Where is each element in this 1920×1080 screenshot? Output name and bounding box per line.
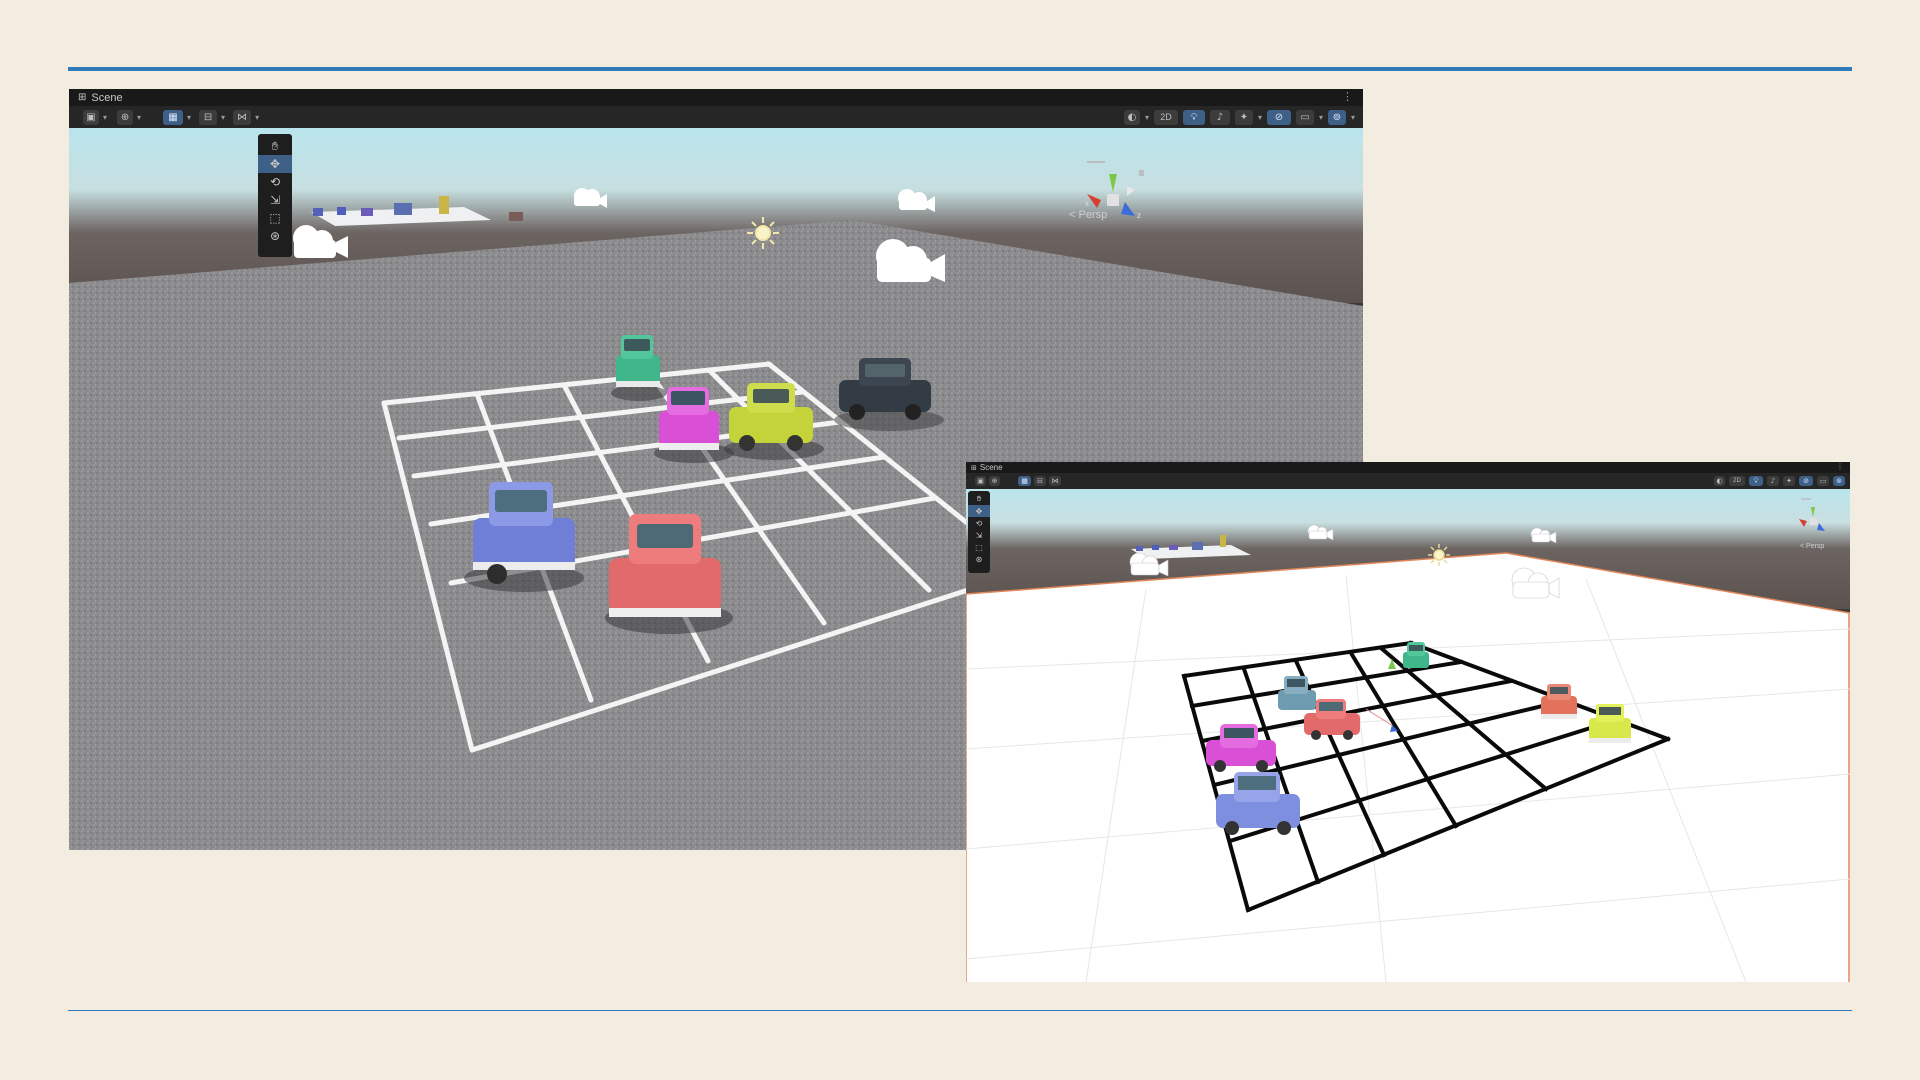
scene-tab-label: Scene	[91, 91, 123, 104]
camera-dropdown-icon[interactable]: ▾	[1319, 113, 1323, 122]
scene-tab-icon: ⊞	[78, 92, 87, 103]
camera-icon[interactable]: ▭	[1295, 109, 1314, 125]
scene-toolbar-overlay: ▣ ⊕ ▦ ⊟ ⋈ ◐ 2D 💡︎ ♪ ✦ ⊘ ▭ ⊚	[966, 473, 1850, 489]
incremental-snap-icon-overlay[interactable]: ⋈	[1049, 476, 1061, 486]
bottom-accent-rule	[68, 1010, 1852, 1011]
rotate-tool-icon[interactable]: ⟲	[258, 173, 292, 191]
svg-text:x: x	[1085, 199, 1089, 208]
svg-text:z: z	[1137, 211, 1141, 220]
shading-mode-dropdown-icon[interactable]: ▾	[1145, 113, 1149, 122]
snap-increment-icon[interactable]: ⊟	[199, 109, 218, 125]
grid-snapping-icon[interactable]: ▦	[163, 109, 184, 125]
scene-tab-label-overlay: Scene	[979, 463, 1003, 472]
lighting-icon[interactable]: 💡︎	[1182, 109, 1205, 125]
effects-icon-overlay[interactable]: ✦	[1783, 476, 1795, 486]
camera-icon-overlay[interactable]: ▭	[1817, 476, 1829, 486]
tool-palette-overlay: ✋︎ ✥ ⟲ ⇲ ⬚ ⊛	[968, 491, 990, 573]
incremental-snap-dropdown-icon[interactable]: ▾	[255, 113, 259, 122]
shading-mode-icon[interactable]: ◐	[1123, 109, 1140, 125]
transform-tool-icon-overlay[interactable]: ⊛	[968, 553, 990, 565]
scene-viewport-overlay[interactable]: < Persp ✋︎ ✥ ⟲ ⇲ ⬚ ⊛	[966, 489, 1850, 982]
effects-dropdown-icon[interactable]: ▾	[1258, 113, 1262, 122]
global-local-icon[interactable]: ⊕	[117, 109, 134, 125]
more-options-icon[interactable]: ⋮	[1342, 90, 1353, 103]
scene-tab-overlay[interactable]: ⊞ Scene ⋮	[966, 462, 1850, 473]
incremental-snap-icon[interactable]: ⋈	[233, 109, 252, 125]
gizmos-dropdown-icon[interactable]: ▾	[1351, 113, 1355, 122]
lighting-icon-overlay[interactable]: 💡︎	[1749, 476, 1763, 486]
tool-palette: ✋︎ ✥ ⟲ ⇲ ⬚ ⊛	[258, 134, 292, 257]
audio-icon[interactable]: ♪	[1209, 109, 1230, 125]
audio-icon-overlay[interactable]: ♪	[1767, 476, 1779, 486]
perspective-label-overlay[interactable]: < Persp	[1800, 543, 1824, 550]
grid-snapping-icon-overlay[interactable]: ▦	[1018, 476, 1031, 486]
grid-snapping-dropdown-icon[interactable]: ▾	[187, 113, 191, 122]
hand-tool-icon-overlay[interactable]: ✋︎	[968, 493, 990, 505]
draw-mode-icon[interactable]: ▣	[83, 109, 99, 125]
global-local-icon-overlay[interactable]: ⊕	[989, 476, 1000, 486]
rect-tool-icon[interactable]: ⬚	[258, 209, 292, 227]
scene-tab-icon-overlay: ⊞	[971, 463, 977, 472]
effects-icon[interactable]: ✦	[1234, 109, 1253, 125]
more-options-icon-overlay[interactable]: ⋮	[1836, 462, 1844, 471]
toggle-2d-button-overlay[interactable]: 2D	[1729, 476, 1745, 486]
snap-increment-icon-overlay[interactable]: ⊟	[1034, 476, 1046, 486]
sun-light-gizmo-overlay	[1428, 544, 1450, 566]
perspective-label[interactable]: < Persp	[1069, 209, 1107, 221]
global-local-dropdown-icon[interactable]: ▾	[137, 113, 141, 122]
rotate-tool-icon-overlay[interactable]: ⟲	[968, 517, 990, 529]
hand-tool-icon[interactable]: ✋︎	[258, 137, 292, 155]
shading-mode-icon-overlay[interactable]: ◐	[1714, 476, 1725, 486]
gizmos-icon-overlay[interactable]: ⊚	[1833, 476, 1845, 486]
snap-increment-dropdown-icon[interactable]: ▾	[221, 113, 225, 122]
scale-tool-icon[interactable]: ⇲	[258, 191, 292, 209]
move-tool-icon-overlay[interactable]: ✥	[968, 505, 990, 517]
scale-tool-icon-overlay[interactable]: ⇲	[968, 529, 990, 541]
hidden-objects-icon[interactable]: ⊘	[1266, 109, 1291, 125]
toggle-2d-button[interactable]: 2D	[1153, 109, 1178, 125]
rect-tool-icon-overlay[interactable]: ⬚	[968, 541, 990, 553]
draw-mode-icon-overlay[interactable]: ▣	[975, 476, 986, 486]
gizmos-icon[interactable]: ⊚	[1327, 109, 1346, 125]
transform-tool-icon[interactable]: ⊛	[258, 227, 292, 245]
draw-mode-dropdown-icon[interactable]: ▾	[103, 113, 107, 122]
scene-render-overlay	[966, 489, 1850, 982]
scene-toolbar: ▣ ▾ ⊕ ▾ ▦ ▾ ⊟ ▾ ⋈ ▾ ◐ ▾ 2D 💡︎ ♪ ✦ ▾ ⊘ ▭ …	[69, 106, 1363, 128]
white-ground	[966, 553, 1850, 982]
move-tool-icon[interactable]: ✥	[258, 155, 292, 173]
scene-window-overlay: ⊞ Scene ⋮ ▣ ⊕ ▦ ⊟ ⋈ ◐ 2D 💡︎ ♪ ✦ ⊘ ▭ ⊚ < …	[966, 462, 1850, 982]
scene-tab[interactable]: ⊞ Scene ⋮	[69, 89, 1363, 106]
top-accent-rule	[68, 67, 1852, 71]
hidden-objects-icon-overlay[interactable]: ⊘	[1799, 476, 1813, 486]
